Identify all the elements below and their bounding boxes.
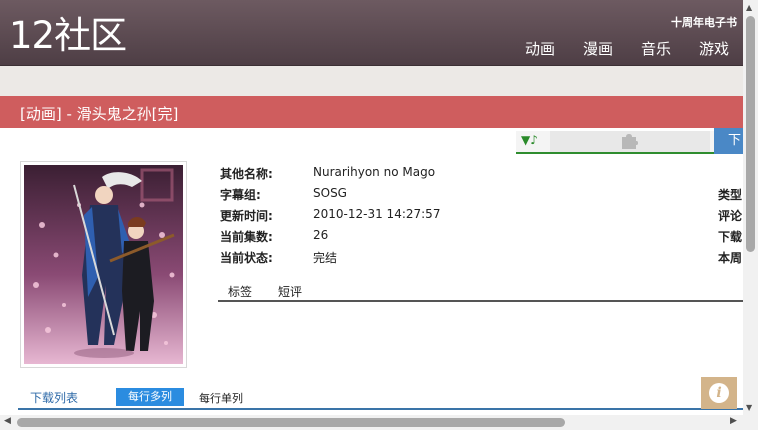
page-title: [动画] - 滑头鬼之孙[完] (20, 105, 179, 123)
scroll-up-arrow-icon[interactable]: ▲ (746, 3, 752, 12)
info-label-type: 类型 (718, 188, 743, 202)
site-logo[interactable]: 12社区 (9, 14, 127, 58)
info-label-alt-name: 其他名称: (220, 167, 273, 181)
detail-tabs: 标签 短评 (218, 281, 743, 302)
vertical-scrollbar[interactable]: ▲ ▼ (743, 0, 758, 415)
anniversary-ebook-link[interactable]: 十周年电子书 (671, 14, 737, 30)
info-icon: i (709, 383, 729, 403)
scrollbar-corner (743, 415, 758, 430)
nav-item-games[interactable]: 游戏 (699, 38, 729, 59)
title-bar: [动画] - 滑头鬼之孙[完] (0, 96, 743, 128)
music-player[interactable]: ▼♪ (516, 131, 714, 154)
puzzle-icon (620, 133, 638, 153)
player-plugin-area (550, 131, 710, 152)
download-list-bar: 下载列表 每行多列 每行单列 (18, 386, 743, 410)
info-label-subgroup: 字幕组: (220, 188, 261, 202)
tab-tags[interactable]: 标签 (228, 283, 252, 300)
nav-item-manga[interactable]: 漫画 (583, 38, 613, 59)
info-value-alt-name: Nurarihyon no Mago (313, 165, 436, 179)
download-button[interactable]: 下 (714, 128, 743, 154)
page-viewport: 12社区 十周年电子书 动画 漫画 音乐 游戏 [动画] - 滑头鬼之孙[完] … (0, 0, 743, 415)
nav-item-music[interactable]: 音乐 (641, 38, 671, 59)
site-header: 12社区 十周年电子书 动画 漫画 音乐 游戏 (0, 0, 743, 65)
multi-column-button[interactable]: 每行多列 (116, 388, 184, 406)
info-value-updated: 2010-12-31 14:27:57 (313, 207, 441, 221)
scroll-down-arrow-icon[interactable]: ▼ (746, 403, 752, 412)
horizontal-scroll-thumb[interactable] (17, 418, 565, 427)
info-label-status: 当前状态: (220, 251, 273, 265)
scroll-left-arrow-icon[interactable]: ◀ (4, 416, 11, 426)
info-value-episodes: 26 (313, 228, 329, 242)
info-label-downloads: 下载 (718, 230, 743, 244)
info-button[interactable]: i (701, 377, 737, 409)
single-column-button[interactable]: 每行单列 (199, 390, 243, 406)
info-value-status: 完结 (313, 251, 338, 265)
music-note-icon[interactable]: ▼♪ (521, 133, 538, 147)
info-label-this-week: 本周 (718, 251, 743, 265)
info-label-updated: 更新时间: (220, 209, 273, 223)
sub-bar (0, 65, 743, 97)
info-value-subgroup[interactable]: SOSG (313, 186, 347, 200)
scroll-right-arrow-icon[interactable]: ▶ (730, 416, 737, 426)
info-label-episodes: 当前集数: (220, 230, 273, 244)
horizontal-scrollbar[interactable]: ◀ ▶ (0, 415, 743, 430)
poster-image (20, 161, 187, 368)
info-label-comments: 评论 (718, 209, 743, 223)
main-nav: 动画 漫画 音乐 游戏 (525, 38, 729, 59)
nav-item-anime[interactable]: 动画 (525, 38, 555, 59)
vertical-scroll-thumb[interactable] (746, 16, 755, 252)
tab-short-reviews[interactable]: 短评 (278, 283, 302, 300)
tab-download-list[interactable]: 下载列表 (30, 389, 78, 406)
